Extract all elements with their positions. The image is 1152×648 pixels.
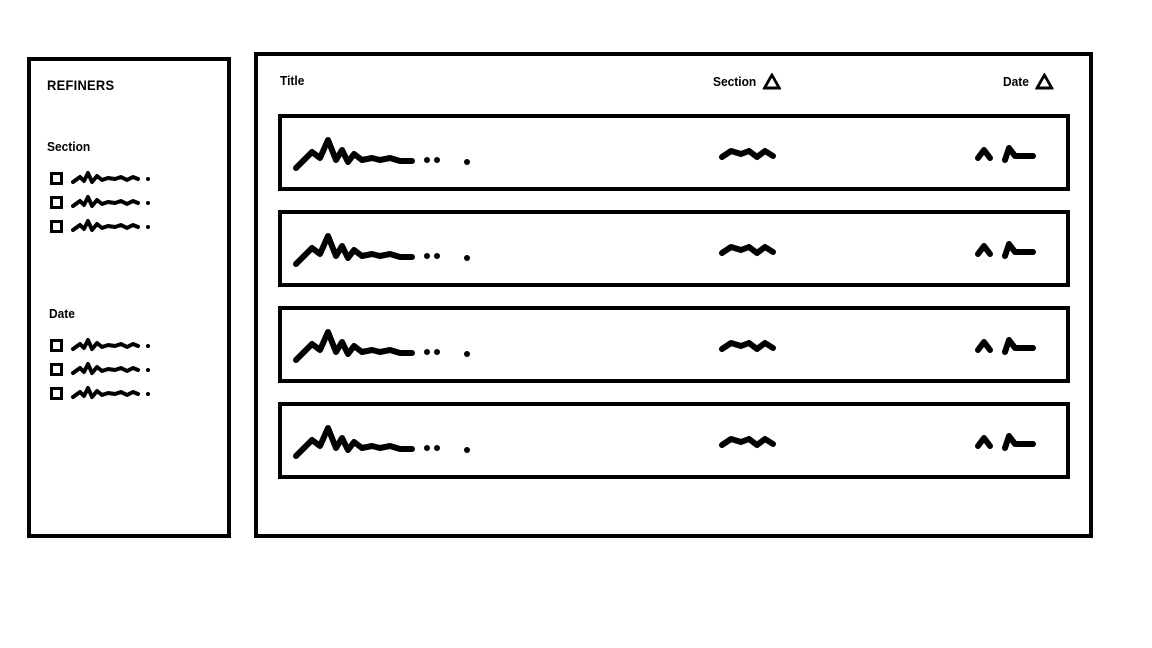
squiggle-section-icon (719, 435, 776, 448)
column-header-section-label: Section (713, 74, 757, 89)
filter-heading-date: Date (49, 306, 75, 321)
result-cell-title (292, 228, 482, 270)
result-row[interactable] (278, 210, 1070, 287)
squiggle-title-icon (293, 328, 470, 363)
result-cell-date (975, 140, 1043, 166)
filter-options-date (31, 333, 227, 405)
result-row[interactable] (278, 402, 1070, 479)
column-header-date[interactable]: Date (1003, 73, 1054, 90)
result-cell-date (975, 236, 1043, 262)
result-cell-title (292, 132, 482, 174)
squiggle-section-icon (719, 147, 776, 160)
result-cell-section (719, 428, 781, 454)
result-cell-section (719, 140, 781, 166)
sidebar-title: REFINERS (47, 77, 115, 93)
squiggle-date-icon (975, 240, 1036, 259)
checkbox-section-3[interactable] (50, 219, 63, 233)
refiners-sidebar: REFINERS Section Date (27, 57, 231, 538)
filter-option-date-3[interactable] (31, 381, 227, 405)
checkbox-date-3[interactable] (50, 386, 63, 400)
filter-heading-section: Section (47, 139, 91, 154)
filter-options-section (31, 166, 227, 238)
filter-option-date-2[interactable] (31, 357, 227, 381)
squiggle-title-icon (293, 232, 470, 267)
checkbox-date-1[interactable] (50, 338, 63, 352)
squiggle-label-icon (71, 361, 153, 377)
squiggle-section-icon (719, 243, 776, 256)
sort-ascending-triangle-icon[interactable] (762, 73, 782, 90)
result-cell-title (292, 420, 482, 462)
squiggle-label-icon (71, 194, 153, 210)
result-cell-date (975, 428, 1043, 454)
squiggle-date-icon (975, 336, 1036, 355)
results-panel: Title Section Date (254, 52, 1093, 538)
result-cell-section (719, 332, 781, 358)
filter-option-section-1[interactable] (31, 166, 227, 190)
column-header-section[interactable]: Section (713, 73, 782, 90)
squiggle-title-icon (293, 424, 470, 459)
filter-option-section-3[interactable] (31, 214, 227, 238)
squiggle-label-icon (71, 218, 153, 234)
column-header-date-label: Date (1003, 74, 1029, 89)
squiggle-date-icon (975, 432, 1036, 451)
filter-group-date: Date (31, 306, 227, 405)
column-header-title[interactable]: Title (280, 73, 304, 88)
squiggle-label-icon (71, 170, 153, 186)
sort-ascending-triangle-icon[interactable] (1035, 73, 1054, 90)
result-cell-section (719, 236, 781, 262)
results-list (278, 114, 1070, 498)
squiggle-section-icon (719, 339, 776, 352)
result-row[interactable] (278, 306, 1070, 383)
results-column-header-row: Title Section Date (258, 70, 1089, 98)
result-row[interactable] (278, 114, 1070, 191)
squiggle-date-icon (975, 144, 1036, 163)
squiggle-label-icon (71, 385, 153, 401)
checkbox-date-2[interactable] (50, 362, 63, 376)
result-cell-date (975, 332, 1043, 358)
squiggle-label-icon (71, 337, 153, 353)
column-header-title-label: Title (280, 73, 305, 88)
filter-option-date-1[interactable] (31, 333, 227, 357)
checkbox-section-2[interactable] (50, 195, 63, 209)
checkbox-section-1[interactable] (50, 171, 63, 185)
squiggle-title-icon (293, 136, 470, 171)
result-cell-title (292, 324, 482, 366)
filter-group-section: Section (31, 139, 227, 238)
filter-option-section-2[interactable] (31, 190, 227, 214)
